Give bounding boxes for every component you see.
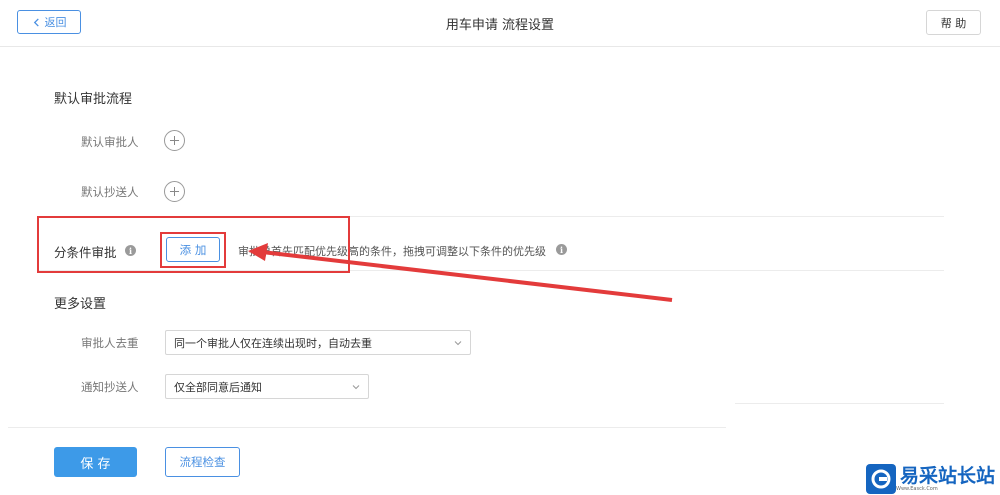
notify-select[interactable]: 仅全部同意后通知 <box>165 374 369 399</box>
chevron-down-icon <box>454 341 462 346</box>
watermark-text: 易采站长站 <box>900 464 996 487</box>
watermark-logo-icon <box>866 463 896 494</box>
flow-check-button[interactable]: 流程检查 <box>165 447 240 477</box>
divider <box>735 403 944 404</box>
watermark: 易采站长站 Www.Easck.Com <box>862 462 1000 495</box>
dedupe-select[interactable]: 同一个审批人仅在连续出现时，自动去重 <box>165 330 471 355</box>
dedupe-label: 审批人去重 <box>81 336 139 350</box>
more-settings-title: 更多设置 <box>54 297 107 312</box>
notify-value: 仅全部同意后通知 <box>174 380 262 394</box>
chevron-down-icon <box>352 385 360 390</box>
notify-label: 通知抄送人 <box>81 380 139 394</box>
arrow-annotation <box>248 243 673 302</box>
dedupe-value: 同一个审批人仅在连续出现时，自动去重 <box>174 336 372 350</box>
divider <box>8 427 726 428</box>
save-button[interactable]: 保 存 <box>54 447 137 477</box>
